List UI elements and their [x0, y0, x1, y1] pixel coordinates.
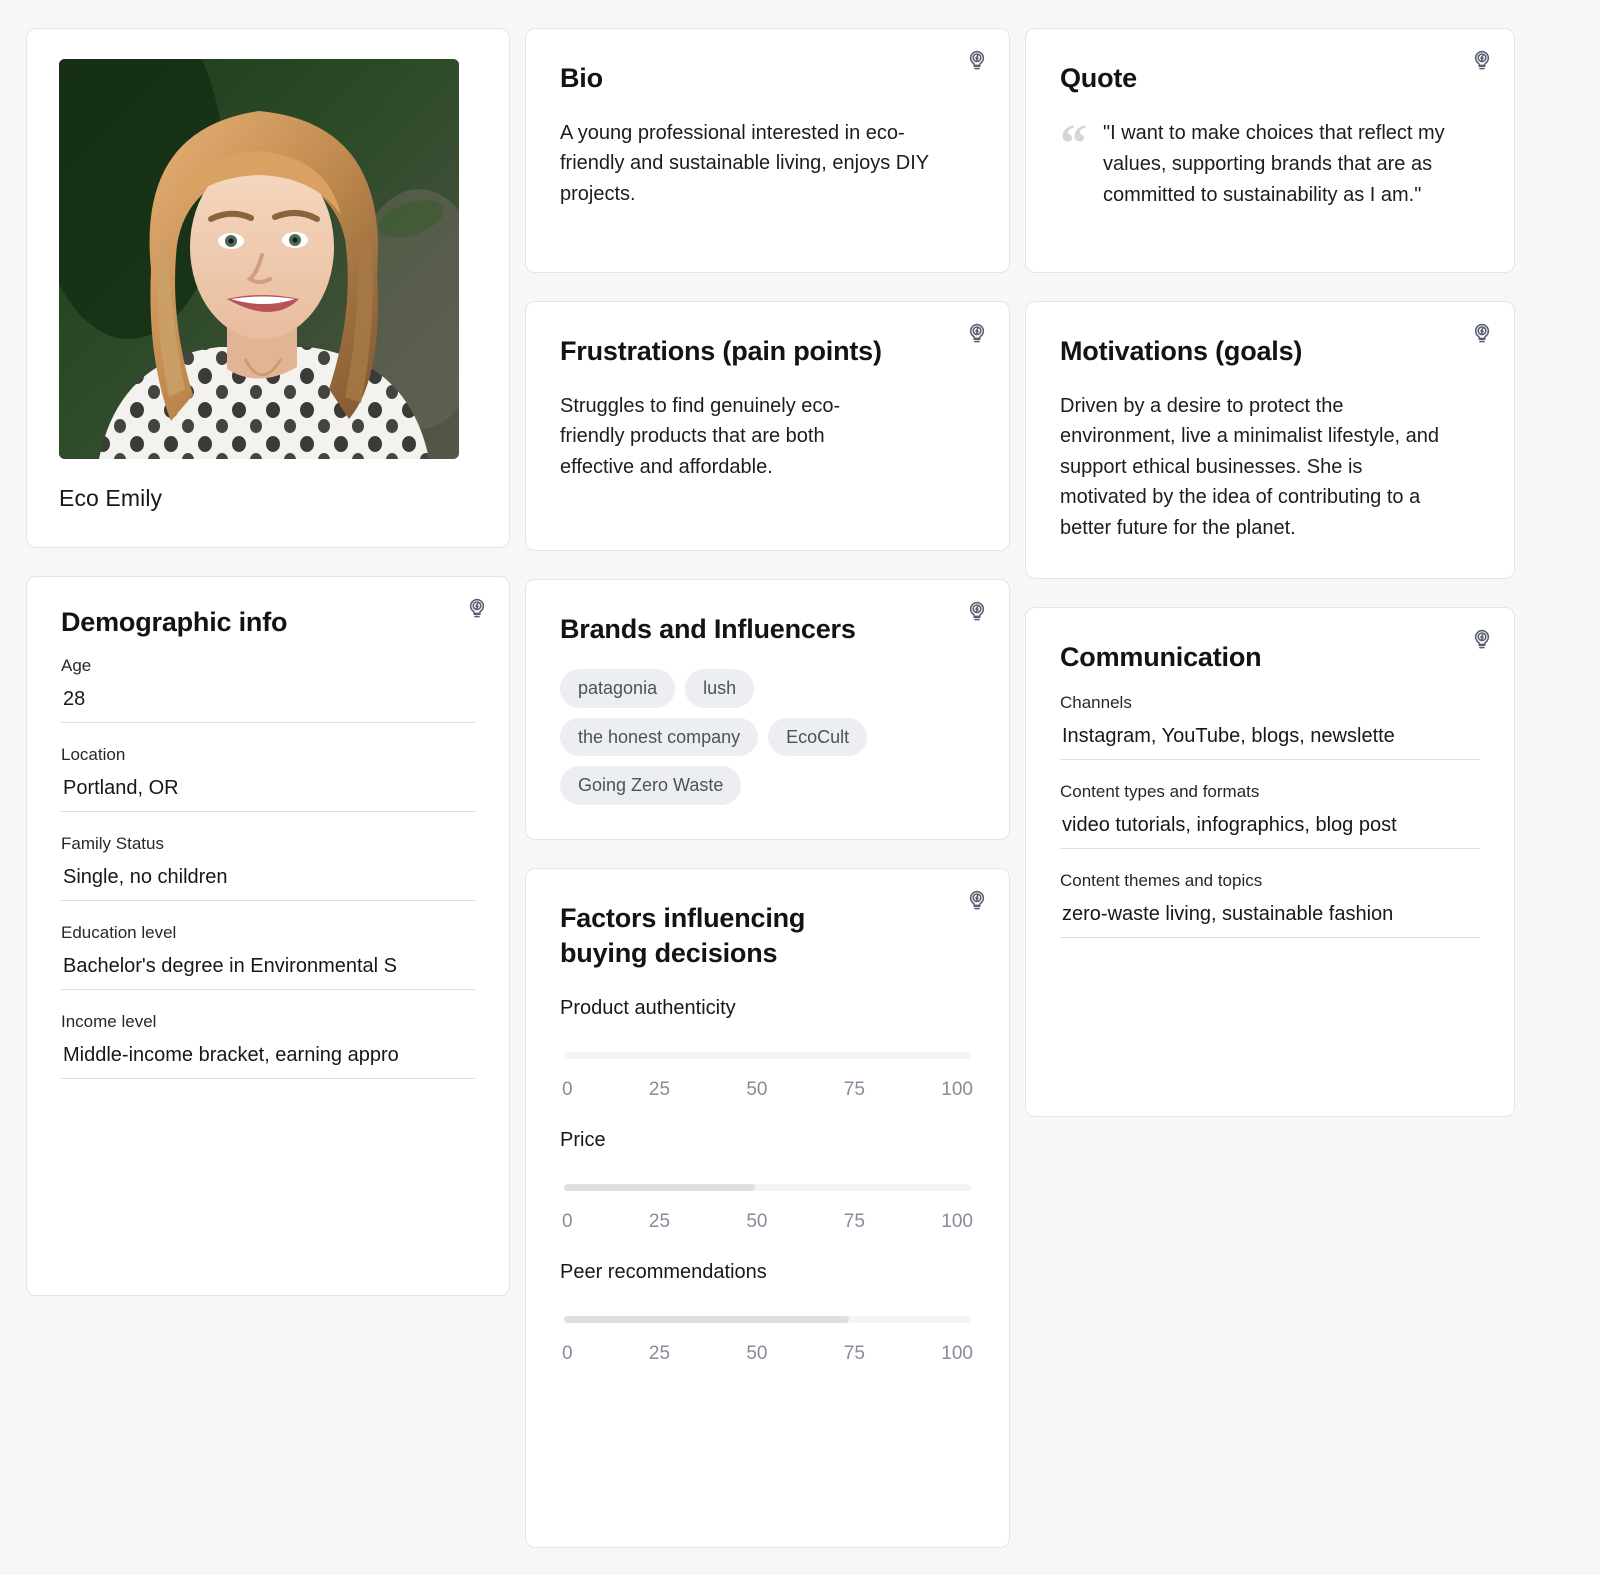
tick-label: 0: [562, 1079, 573, 1101]
persona-board: Eco Emily Demographic info Age 28 Locati…: [0, 0, 1600, 1575]
tick-label: 50: [746, 1211, 768, 1233]
field-label: Location: [61, 745, 126, 765]
tick-label: 25: [648, 1211, 671, 1233]
profile-card: Eco Emily: [26, 28, 510, 548]
field-content-themes: Content themes and topics zero-waste liv…: [1060, 871, 1480, 939]
field-value-content-themes[interactable]: zero-waste living, sustainable fashion: [1060, 903, 1480, 939]
brand-chip-list: patagonia lush the honest company EcoCul…: [560, 669, 960, 806]
field-label: Education level: [61, 923, 177, 943]
field-value-channels[interactable]: Instagram, YouTube, blogs, newslette: [1060, 725, 1480, 761]
lightbulb-bolt-icon[interactable]: [965, 600, 989, 624]
slider-tick-labels: 0 25 50 75 100: [560, 1343, 975, 1365]
tick-label: 75: [843, 1079, 865, 1101]
slider-tick-labels: 0 25 50 75 100: [560, 1079, 975, 1101]
brand-chip[interactable]: EcoCult: [768, 717, 868, 757]
card-title: Quote: [1060, 63, 1137, 93]
column-right: Quote “ "I want to make choices that ref…: [1025, 28, 1515, 1117]
card-title: Motivations (goals): [1060, 336, 1303, 366]
field-family-status: Family Status Single, no children: [61, 834, 475, 902]
slider-label: Product authenticity: [560, 997, 736, 1020]
card-columns: Eco Emily Demographic info Age 28 Locati…: [0, 0, 1600, 1575]
slider-peer-recommendations[interactable]: [564, 1316, 971, 1324]
profile-name: Eco Emily: [59, 485, 163, 511]
brand-chip[interactable]: Going Zero Waste: [560, 766, 742, 806]
field-income-level: Income level Middle-income bracket, earn…: [61, 1012, 475, 1080]
demographic-info-card: Demographic info Age 28 Location Portlan…: [26, 576, 510, 1296]
field-channels: Channels Instagram, YouTube, blogs, news…: [1060, 693, 1480, 761]
slider-label: Peer recommendations: [560, 1261, 767, 1284]
frustrations-card: Frustrations (pain points) Struggles to …: [525, 301, 1010, 551]
field-content-types: Content types and formats video tutorial…: [1060, 782, 1480, 850]
brands-influencers-card: Brands and Influencers patagonia lush th…: [525, 579, 1010, 841]
field-value-education-level[interactable]: Bachelor's degree in Environmental S: [61, 955, 475, 991]
field-value-age[interactable]: 28: [61, 688, 475, 724]
field-value-content-types[interactable]: video tutorials, infographics, blog post: [1060, 814, 1480, 850]
bio-card: Bio A young professional interested in e…: [525, 28, 1010, 273]
brand-chip[interactable]: lush: [685, 669, 755, 708]
field-value-location[interactable]: Portland, OR: [61, 777, 475, 813]
field-education-level: Education level Bachelor's degree in Env…: [61, 923, 475, 991]
tick-label: 75: [843, 1211, 865, 1233]
slider-label: Price: [560, 1129, 606, 1152]
lightbulb-bolt-icon[interactable]: [1470, 628, 1494, 652]
slider-tick-labels: 0 25 50 75 100: [560, 1211, 975, 1233]
card-title: Demographic info: [61, 607, 288, 637]
quote-text[interactable]: "I want to make choices that reflect my …: [1103, 118, 1455, 211]
field-label: Family Status: [61, 834, 164, 854]
field-value-family-status[interactable]: Single, no children: [61, 866, 475, 902]
field-label: Income level: [61, 1012, 157, 1032]
communication-card: Communication Channels Instagram, YouTub…: [1025, 607, 1515, 1117]
column-middle: Bio A young professional interested in e…: [525, 28, 1010, 1549]
card-title: Communication: [1060, 642, 1262, 672]
frustrations-text[interactable]: Struggles to find genuinely eco-friendly…: [560, 391, 896, 482]
slider-group-product-authenticity: Product authenticity 0 25 50 75 100: [560, 997, 975, 1101]
slider-fill: [564, 1316, 849, 1324]
card-title: Factors influencing buying decisions: [560, 903, 806, 969]
tick-label: 0: [562, 1343, 573, 1365]
lightbulb-bolt-icon[interactable]: [965, 322, 989, 346]
quote-card: Quote “ "I want to make choices that ref…: [1025, 28, 1515, 273]
tick-label: 50: [746, 1343, 768, 1365]
field-value-income-level[interactable]: Middle-income bracket, earning appro: [61, 1044, 475, 1080]
slider-group-price: Price 0 25 50 75 100: [560, 1129, 975, 1233]
slider-fill: [564, 1184, 756, 1192]
quote-mark-icon: “: [1060, 113, 1087, 174]
tick-label: 100: [941, 1211, 973, 1233]
brand-chip[interactable]: the honest company: [560, 717, 759, 757]
tick-label: 25: [648, 1079, 671, 1101]
lightbulb-bolt-icon[interactable]: [965, 889, 989, 913]
lightbulb-bolt-icon[interactable]: [1470, 322, 1494, 346]
tick-label: 100: [941, 1079, 973, 1101]
buying-factors-card: Factors influencing buying decisions Pro…: [525, 868, 1010, 1549]
slider-product-authenticity[interactable]: [564, 1052, 971, 1060]
card-title: Brands and Influencers: [560, 614, 856, 644]
card-title: Bio: [560, 63, 603, 93]
lightbulb-bolt-icon[interactable]: [465, 597, 489, 621]
field-label: Content themes and topics: [1060, 871, 1263, 891]
avatar: [59, 59, 459, 459]
slider-price[interactable]: [564, 1184, 971, 1192]
motivations-card: Motivations (goals) Driven by a desire t…: [1025, 301, 1515, 579]
field-label: Channels: [1060, 693, 1132, 713]
field-age: Age 28: [61, 656, 475, 724]
bio-text[interactable]: A young professional interested in eco-f…: [560, 118, 932, 209]
tick-label: 75: [843, 1343, 865, 1365]
brand-chip[interactable]: patagonia: [560, 669, 676, 708]
quote-row: “ "I want to make choices that reflect m…: [1060, 113, 1480, 211]
field-location: Location Portland, OR: [61, 745, 475, 813]
motivations-text[interactable]: Driven by a desire to protect the enviro…: [1060, 391, 1452, 543]
lightbulb-bolt-icon[interactable]: [1470, 49, 1494, 73]
tick-label: 25: [648, 1343, 671, 1365]
field-label: Age: [61, 656, 92, 676]
tick-label: 100: [941, 1343, 973, 1365]
slider-group-peer-recommendations: Peer recommendations 0 25 50 75 100: [560, 1261, 975, 1365]
column-left: Eco Emily Demographic info Age 28 Locati…: [26, 28, 510, 1296]
tick-label: 0: [562, 1211, 573, 1233]
card-title: Frustrations (pain points): [560, 336, 882, 366]
tick-label: 50: [746, 1079, 768, 1101]
field-label: Content types and formats: [1060, 782, 1260, 802]
lightbulb-bolt-icon[interactable]: [965, 49, 989, 73]
